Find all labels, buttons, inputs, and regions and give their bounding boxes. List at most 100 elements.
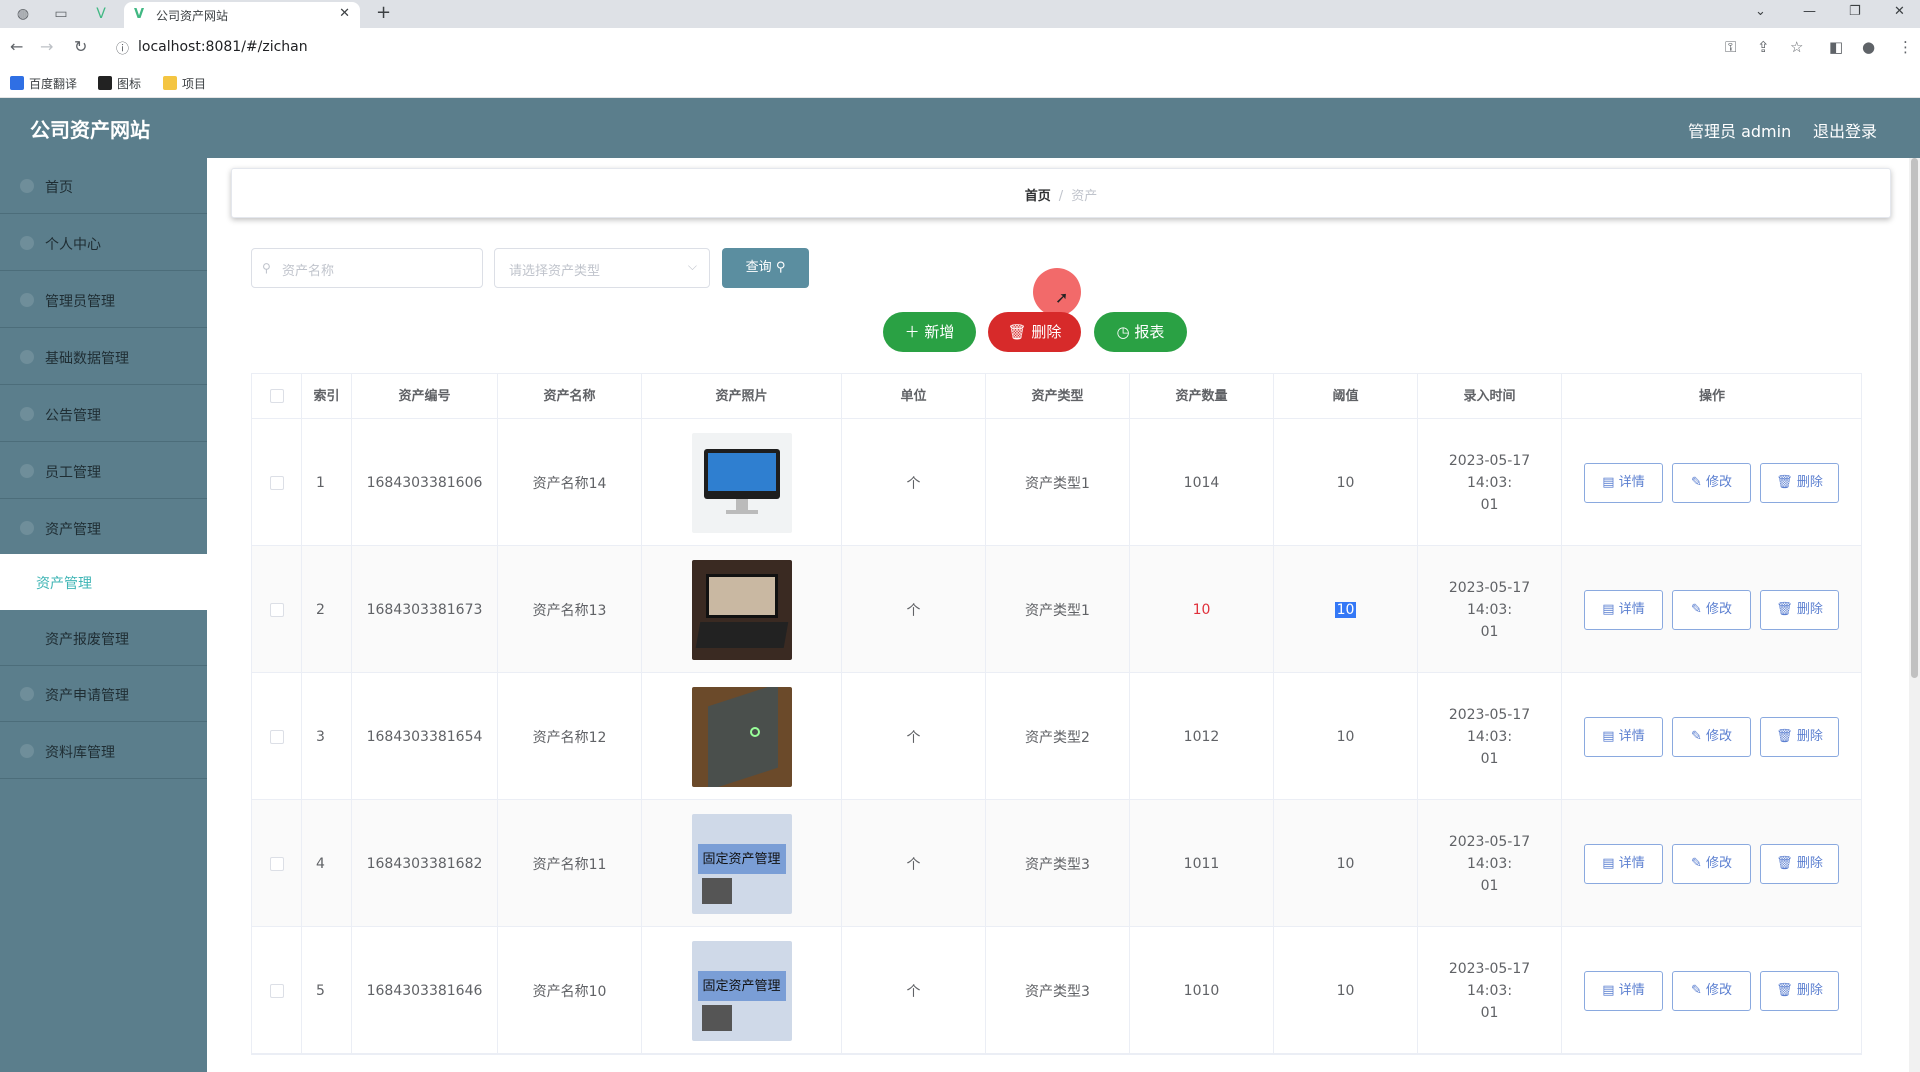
sidebar-subitem-asset[interactable]: 资产管理: [0, 554, 207, 610]
scrollbar-thumb[interactable]: [1911, 158, 1918, 678]
edit-button[interactable]: ✎ 修改: [1672, 971, 1751, 1011]
chevron-down-icon[interactable]: ⌄: [1755, 4, 1766, 19]
asset-name-input[interactable]: ⚲ 资产名称: [251, 248, 483, 288]
delete-button[interactable]: 🗑 删除: [1760, 463, 1839, 503]
qty-cell: 1011: [1130, 800, 1274, 927]
vertical-scrollbar[interactable]: [1909, 158, 1920, 1072]
forward-icon[interactable]: →: [40, 37, 53, 56]
sidebar-item-staff[interactable]: 员工管理: [0, 443, 207, 499]
close-icon[interactable]: ✕: [339, 6, 350, 21]
delete-button[interactable]: 🗑 删除: [1760, 971, 1839, 1011]
row-checkbox[interactable]: [269, 856, 284, 871]
imac-icon[interactable]: [691, 432, 792, 533]
time-line-2: 01: [1480, 1004, 1499, 1021]
row-checkbox[interactable]: [269, 983, 284, 998]
pencil-icon: ✎: [1690, 729, 1702, 744]
globe-icon[interactable]: ◍: [14, 5, 32, 23]
home-icon: [20, 179, 34, 193]
laptop-photo[interactable]: [691, 559, 792, 660]
unit-cell: 个: [842, 419, 986, 546]
row-checkbox[interactable]: [269, 475, 284, 490]
table-row[interactable]: 2 1684303381673 资产名称13 个资产类型1 10 10 2023-05-17…: [252, 546, 1861, 673]
asset-table: 索引 资产编号 资产名称 资产照片 单位 资产类型 资产数量 阈值 录入时间 操…: [251, 373, 1862, 1055]
add-button[interactable]: ＋ 新增: [883, 312, 976, 352]
threshold-cell: 10: [1274, 927, 1418, 1054]
key-icon[interactable]: ⚿: [1725, 38, 1736, 56]
type-cell: 资产类型1: [986, 546, 1130, 673]
sidebar-item-asset-group[interactable]: 资产管理: [0, 500, 207, 556]
minimize-icon[interactable]: —: [1803, 4, 1816, 19]
photo-cell: 固定资产管理: [642, 927, 842, 1054]
bookmark-item[interactable]: 图标: [98, 75, 141, 92]
col-type: 资产类型: [986, 374, 1130, 419]
batch-delete-button[interactable]: 🗑 删除: [988, 312, 1081, 352]
star-icon[interactable]: ☆: [1790, 38, 1803, 56]
document-icon: ▤: [1602, 602, 1615, 617]
detail-button[interactable]: ▤ 详情: [1584, 717, 1663, 757]
detail-button[interactable]: ▤ 详情: [1584, 463, 1663, 503]
laptop-dark-photo[interactable]: [691, 686, 792, 787]
blank-tab-icon[interactable]: ▭: [52, 5, 70, 23]
sidebar-item-basic-data[interactable]: 基础数据管理: [0, 329, 207, 385]
reload-icon[interactable]: ↻: [74, 37, 87, 56]
report-button[interactable]: ◷ 报表: [1094, 312, 1187, 352]
delete-button[interactable]: 🗑 删除: [1760, 717, 1839, 757]
query-button[interactable]: 查询 ⚲: [722, 248, 809, 288]
detail-button[interactable]: ▤ 详情: [1584, 844, 1663, 884]
sidebar-subitem-asset-scrap[interactable]: 资产报废管理: [0, 610, 207, 666]
name-cell: 资产名称13: [498, 546, 642, 673]
edit-button[interactable]: ✎ 修改: [1672, 590, 1751, 630]
row-checkbox[interactable]: [269, 729, 284, 744]
time-cell: 2023-05-17 14:03: 01: [1418, 419, 1562, 546]
sidebar-item-profile[interactable]: 个人中心: [0, 215, 207, 271]
asset-icon: [20, 521, 34, 535]
window-close-icon[interactable]: ✕: [1894, 4, 1905, 19]
vue-tab-icon[interactable]: V: [92, 5, 110, 23]
more-icon[interactable]: ⋮: [1898, 38, 1913, 56]
back-icon[interactable]: ←: [10, 37, 23, 56]
trash-icon: 🗑: [1776, 729, 1793, 744]
new-tab-icon[interactable]: +: [376, 2, 391, 23]
mouse-cursor-icon: ➚: [1055, 288, 1069, 307]
sidebar-item-library[interactable]: 资料库管理: [0, 723, 207, 779]
edit-button[interactable]: ✎ 修改: [1672, 717, 1751, 757]
delete-button[interactable]: 🗑 删除: [1760, 844, 1839, 884]
detail-button[interactable]: ▤ 详情: [1584, 971, 1663, 1011]
profile-icon[interactable]: ●: [1862, 38, 1875, 56]
qty-cell: 1010: [1130, 927, 1274, 1054]
row-checkbox[interactable]: [269, 602, 284, 617]
url-text: localhost:8081/#/zichan: [138, 39, 308, 55]
info-icon[interactable]: ⓘ: [116, 38, 129, 57]
edit-button[interactable]: ✎ 修改: [1672, 463, 1751, 503]
photo-cell: [642, 546, 842, 673]
asset-type-select[interactable]: 请选择资产类型 ⌵: [494, 248, 710, 288]
sidebar-item-asset-apply[interactable]: 资产申请管理: [0, 666, 207, 722]
breadcrumb-separator: /: [1058, 189, 1064, 204]
edit-button[interactable]: ✎ 修改: [1672, 844, 1751, 884]
bookmark-item[interactable]: 百度翻译: [10, 75, 77, 92]
delete-button[interactable]: 🗑 删除: [1760, 590, 1839, 630]
active-tab[interactable]: V 公司资产网站 ✕: [124, 2, 360, 28]
sidebar-item-admin[interactable]: 管理员管理: [0, 272, 207, 328]
sidebar-item-notice[interactable]: 公告管理: [0, 386, 207, 442]
detail-button[interactable]: ▤ 详情: [1584, 590, 1663, 630]
pencil-icon: ✎: [1690, 983, 1702, 998]
share-icon[interactable]: ⇪: [1757, 38, 1770, 56]
code-cell: 1684303381673: [352, 546, 498, 673]
breadcrumb-home[interactable]: 首页: [1025, 189, 1051, 204]
table-row[interactable]: 5 1684303381646 资产名称10 固定资产管理个资产类型3 1010 10 20…: [252, 927, 1861, 1054]
logout-button[interactable]: 退出登录: [1813, 118, 1877, 142]
app-header: 公司资产网站 管理员 admin 退出登录: [0, 98, 1920, 158]
sidepanel-icon[interactable]: ◧: [1829, 38, 1843, 56]
url-field[interactable]: ⓘ localhost:8081/#/zichan: [112, 34, 1712, 62]
restore-icon[interactable]: ❐: [1849, 4, 1861, 19]
bookmark-item[interactable]: 项目: [163, 75, 206, 92]
fixed-asset-photo[interactable]: 固定资产管理: [691, 813, 792, 914]
fixed-asset-photo[interactable]: 固定资产管理: [691, 940, 792, 1041]
select-all-checkbox[interactable]: [269, 389, 284, 403]
table-row[interactable]: 3 1684303381654 资产名称12 个资产类型2 1012 10 2023-05-…: [252, 673, 1861, 800]
table-row[interactable]: 4 1684303381682 资产名称11 固定资产管理 个资产类型3 1011 10 20…: [252, 800, 1861, 927]
table-row[interactable]: 1 1684303381606 资产名称14 个资产类型1 1014 10 2023-05-…: [252, 419, 1861, 546]
row-select-cell: [252, 673, 302, 800]
sidebar-item-home[interactable]: 首页: [0, 158, 207, 214]
